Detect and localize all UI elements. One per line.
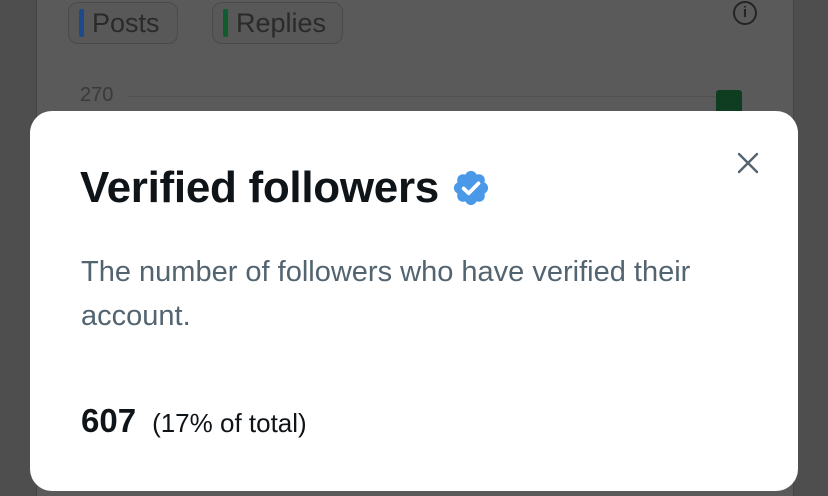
gridline xyxy=(128,96,728,97)
y-axis-tick: 270 xyxy=(80,84,114,106)
legend-swatch-replies xyxy=(223,9,228,37)
stat-value: 607 xyxy=(81,402,137,439)
dialog-description: The number of followers who have verifie… xyxy=(81,256,691,332)
stat-percent: (17% of total) xyxy=(152,408,307,438)
close-button[interactable] xyxy=(732,147,764,179)
stat-row: 607 (17% of total) xyxy=(81,402,307,440)
legend-label-posts: Posts xyxy=(92,7,160,38)
dialog-title: Verified followers xyxy=(80,163,439,212)
screen: Posts Replies i 270 Verified followers T… xyxy=(0,0,828,496)
verified-badge-icon xyxy=(453,170,489,206)
close-icon xyxy=(737,152,759,174)
legend-chip-replies[interactable]: Replies xyxy=(212,2,343,44)
info-icon[interactable]: i xyxy=(733,1,757,25)
legend-label-replies: Replies xyxy=(236,7,327,38)
legend-swatch-posts xyxy=(79,9,84,37)
legend-chip-posts[interactable]: Posts xyxy=(68,2,178,44)
dialog-title-row: Verified followers xyxy=(80,163,491,213)
